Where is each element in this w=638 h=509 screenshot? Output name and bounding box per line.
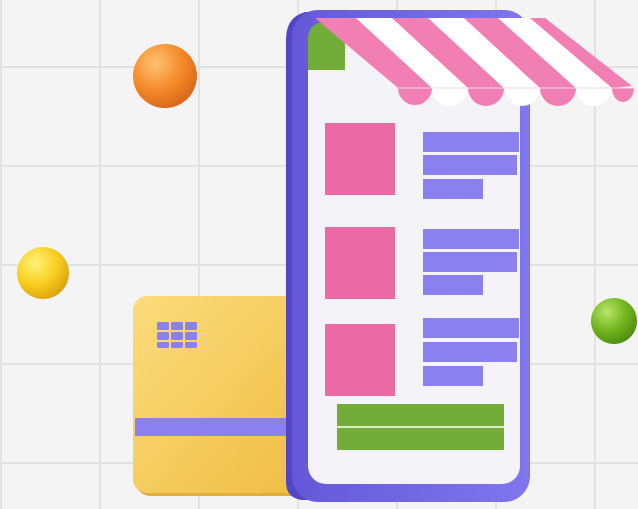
product-image	[325, 123, 395, 195]
card-stripe	[135, 418, 305, 436]
orange-ball	[133, 44, 197, 108]
green-ball	[591, 298, 637, 344]
product-image	[325, 227, 395, 299]
card-chip-icon	[157, 322, 197, 348]
shop-illustration	[0, 0, 638, 509]
yellow-ball	[17, 247, 69, 299]
product-image	[325, 324, 395, 396]
illustration-canvas	[17, 10, 637, 502]
buy-button	[337, 404, 504, 450]
credit-card	[133, 296, 311, 496]
